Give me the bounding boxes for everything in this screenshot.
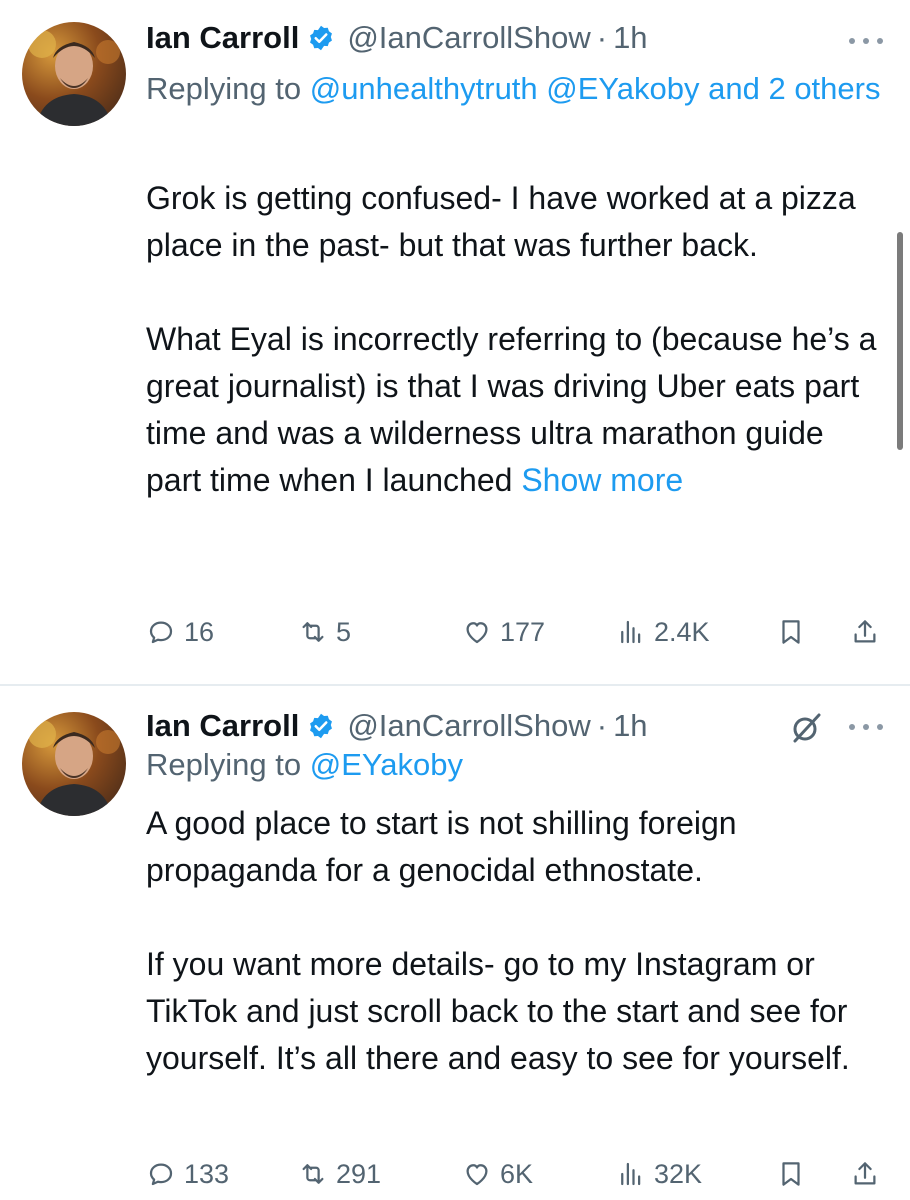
share-button[interactable] — [850, 610, 880, 654]
scrollbar[interactable] — [897, 232, 903, 450]
avatar[interactable] — [22, 22, 126, 126]
bookmark-button[interactable] — [776, 1152, 806, 1196]
views-button[interactable]: 2.4K — [616, 610, 710, 654]
share-button[interactable] — [850, 1152, 880, 1196]
share-icon — [854, 620, 876, 643]
like-button[interactable]: 6K — [462, 1152, 533, 1196]
reply-button[interactable]: 133 — [146, 1152, 229, 1196]
reply-count: 133 — [184, 1158, 230, 1189]
repost-button[interactable]: 291 — [298, 1152, 381, 1196]
reply-mentions-link[interactable]: @EYakoby — [310, 747, 463, 782]
tweet-text: Grok is getting confused- I have worked … — [146, 175, 886, 504]
replying-to: Replying to @unhealthytruth @EYakoby and… — [146, 64, 886, 114]
tweet[interactable]: Ian Carroll @IanCarrollShow · 1h Replyin… — [0, 0, 910, 684]
like-count: 6K — [500, 1158, 534, 1189]
verified-badge-icon — [307, 712, 335, 740]
tweet-paragraph: If you want more details- go to my Insta… — [146, 946, 850, 1076]
display-name[interactable]: Ian Carroll — [146, 20, 299, 56]
repost-count: 5 — [336, 616, 352, 647]
views-icon — [621, 620, 641, 644]
replying-to-label: Replying to — [146, 747, 310, 782]
like-icon — [466, 622, 488, 644]
replying-to: Replying to @EYakoby — [146, 740, 886, 790]
more-icon[interactable] — [846, 720, 886, 732]
like-count: 177 — [500, 616, 546, 647]
views-button[interactable]: 32K — [616, 1152, 702, 1196]
reply-mentions-link[interactable]: @unhealthytruth @EYakoby and 2 others — [310, 71, 881, 106]
tweet-paragraph-text: What Eyal is incorrectly referring to (b… — [146, 321, 877, 498]
separator-dot: · — [596, 20, 608, 55]
views-count: 2.4K — [654, 616, 710, 647]
handle[interactable]: @IanCarrollShow — [347, 708, 590, 744]
timestamp[interactable]: 1h — [613, 708, 647, 744]
bookmark-button[interactable] — [776, 610, 806, 654]
avatar[interactable] — [22, 712, 126, 816]
share-icon — [854, 1162, 876, 1185]
reply-icon — [149, 1163, 173, 1186]
views-count: 32K — [654, 1158, 703, 1189]
tweet-header: Ian Carroll @IanCarrollShow · 1h — [146, 16, 648, 60]
reply-count: 16 — [184, 616, 215, 647]
reply-button[interactable]: 16 — [146, 610, 214, 654]
like-button[interactable]: 177 — [462, 610, 545, 654]
action-bar: 16 5 177 2.4K — [146, 610, 886, 654]
replying-to-label: Replying to — [146, 71, 310, 106]
bookmark-icon — [782, 1162, 800, 1186]
repost-icon — [302, 622, 324, 642]
bookmark-icon — [782, 620, 800, 644]
tweet-paragraph: What Eyal is incorrectly referring to (b… — [146, 316, 886, 504]
handle[interactable]: @IanCarrollShow — [347, 20, 590, 56]
repost-count: 291 — [336, 1158, 382, 1189]
repost-icon — [302, 1164, 324, 1184]
display-name[interactable]: Ian Carroll — [146, 708, 299, 744]
verified-badge-icon — [307, 24, 335, 52]
timestamp[interactable]: 1h — [613, 20, 647, 56]
tweet-paragraph: Grok is getting confused- I have worked … — [146, 180, 856, 263]
action-bar: 133 291 6K 32K — [146, 1152, 886, 1196]
more-icon[interactable] — [846, 34, 886, 46]
show-more-link[interactable]: Show more — [521, 462, 683, 498]
separator-dot: · — [596, 708, 608, 743]
tweet[interactable]: Ian Carroll @IanCarrollShow · 1h Replyin… — [0, 686, 910, 1200]
tweet-text: A good place to start is not shilling fo… — [146, 800, 886, 1082]
reply-icon — [149, 621, 173, 644]
repost-button[interactable]: 5 — [298, 610, 351, 654]
views-icon — [621, 1162, 641, 1186]
tweet-paragraph: A good place to start is not shilling fo… — [146, 805, 737, 888]
like-icon — [466, 1164, 488, 1186]
